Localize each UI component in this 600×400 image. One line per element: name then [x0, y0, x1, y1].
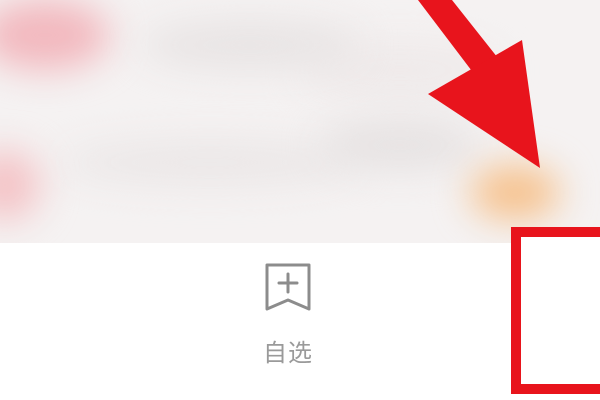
blurred-text-region [320, 120, 480, 170]
annotation-highlight-box [511, 227, 600, 394]
blurred-red-region [0, 0, 110, 70]
blurred-orange-badge [470, 165, 560, 220]
blurred-text-region [60, 140, 360, 185]
blurred-red-region [0, 150, 40, 220]
tab-watchlist[interactable]: 自选 [240, 243, 336, 400]
bottom-tab-bar: 自选 [0, 243, 600, 400]
bookmark-plus-icon [265, 263, 311, 311]
tab-watchlist-label: 自选 [263, 339, 313, 367]
blurred-content-area [0, 0, 600, 243]
app-screen: 自选 [0, 0, 600, 400]
blurred-text-region [140, 20, 360, 70]
